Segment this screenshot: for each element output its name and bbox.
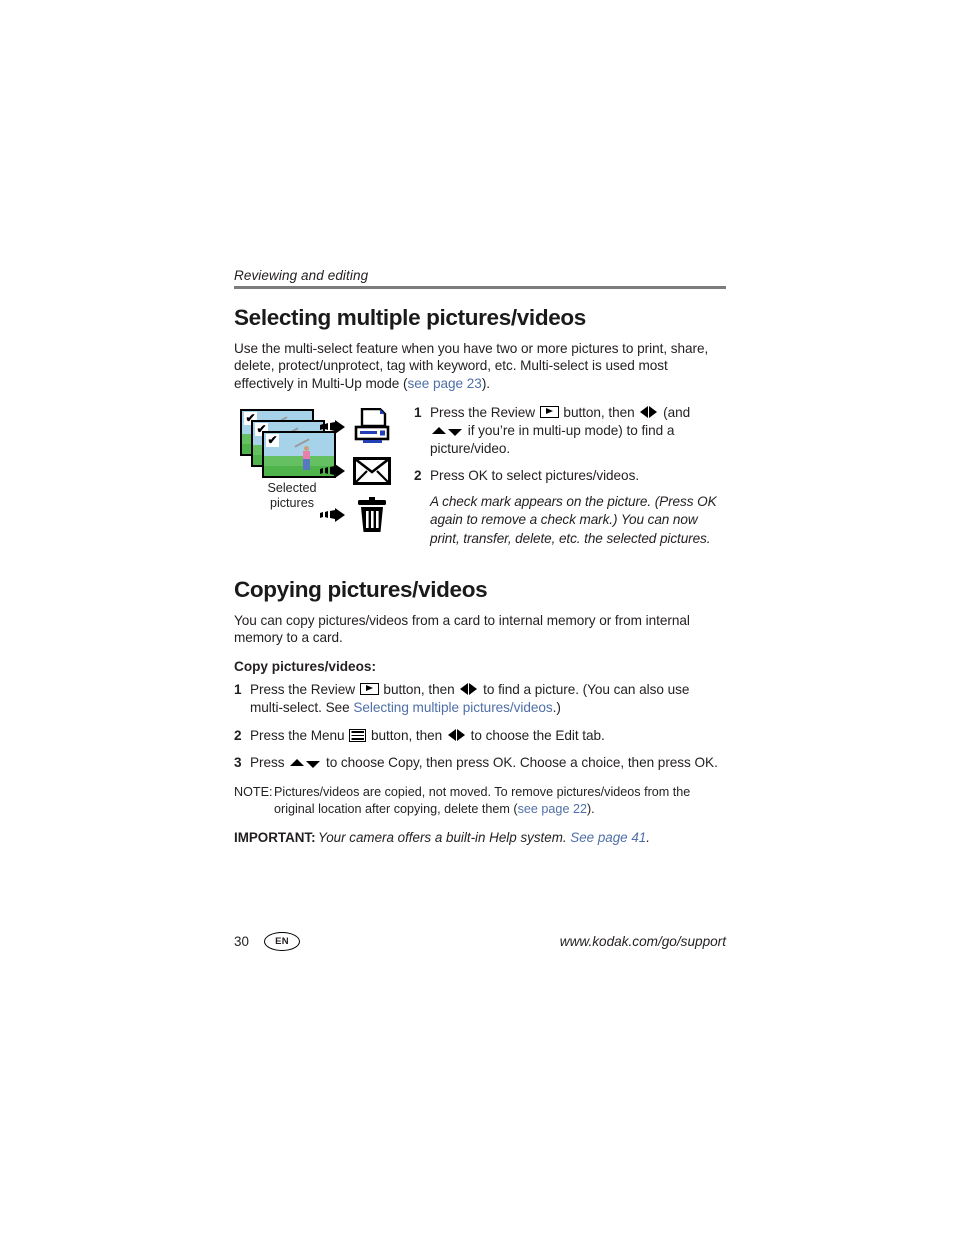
selected-pictures-figure: ✔ ✔ ✔ Selected pictures: [234, 403, 406, 532]
up-down-arrows-icon: [290, 755, 321, 770]
important-text-a: Your camera offers a built-in Help syste…: [318, 830, 571, 846]
see-page-23-link[interactable]: see page 23: [408, 376, 482, 391]
envelope-icon: [350, 456, 394, 485]
step-text-b: button, then: [367, 727, 446, 743]
step-text-b: button, then: [559, 404, 639, 420]
step-item: 1 Press the Review button, then (and if …: [414, 404, 726, 459]
checkmark-icon: ✔: [266, 432, 279, 447]
important-text-b: .: [646, 830, 650, 846]
step-text: Press to choose Copy, then press OK. Cho…: [250, 754, 726, 772]
step-item: 3 Press to choose Copy, then press OK. C…: [234, 754, 726, 772]
step-text-b: button, then: [379, 681, 459, 697]
multiselect-intro: Use the multi-select feature when you ha…: [234, 340, 726, 393]
golfer-figure-icon: [294, 437, 313, 470]
step-number: 2: [234, 727, 242, 743]
step-text-a: Press the Review: [250, 681, 359, 697]
step-text-a: Press: [250, 754, 289, 770]
arrow-right-icon: [320, 507, 350, 522]
important-text: Your camera offers a built-in Help syste…: [318, 829, 726, 846]
step-text-c: to choose the Edit tab.: [466, 727, 605, 743]
arrow-right-icon: [320, 419, 350, 434]
page-number: 30: [234, 934, 249, 949]
note-text-b: ).: [586, 801, 595, 816]
step-text-d: if you’re in multi-up mode) to find a pi…: [430, 422, 675, 457]
step-text: Press OK to select pictures/videos.: [430, 467, 640, 483]
step-number: 2: [414, 467, 422, 483]
support-url: www.kodak.com/go/support: [559, 934, 726, 949]
menu-button-icon: [349, 728, 367, 742]
section-title-copying: Copying pictures/videos: [234, 576, 488, 602]
destination-icons: [320, 405, 406, 537]
up-down-arrows-icon: [432, 423, 462, 438]
step-text: Press the Menu button, then to choose th…: [250, 727, 726, 745]
destination-row-print: [320, 405, 406, 449]
arrow-right-icon: [320, 463, 350, 478]
review-button-icon: [539, 405, 559, 418]
step-item: 1 Press the Review button, then to find …: [234, 681, 726, 718]
header-rule: [234, 286, 726, 289]
golfer-legs: [303, 458, 311, 470]
step-number: 3: [234, 754, 242, 770]
note-text: Pictures/videos are copied, not moved. T…: [274, 784, 726, 817]
left-right-arrows-icon: [447, 728, 465, 743]
see-page-22-link[interactable]: see page 22: [518, 802, 587, 816]
copying-intro: You can copy pictures/videos from a card…: [234, 612, 690, 646]
manual-page: Reviewing and editing Selecting multiple…: [234, 268, 726, 846]
destination-row-email: [320, 449, 406, 493]
see-page-41-link[interactable]: See page 41: [570, 830, 646, 845]
multiselect-steps: 1 Press the Review button, then (and if …: [406, 403, 726, 548]
important-block: IMPORTANT: Your camera offers a built-in…: [234, 829, 726, 846]
step-text-a: Press the Review: [430, 404, 539, 420]
printer-icon: [350, 407, 394, 446]
left-right-arrows-icon: [640, 405, 658, 420]
step-text-d: .): [552, 700, 561, 716]
multiselect-figure-row: ✔ ✔ ✔ Selected pictures 1 Press the Revi…: [234, 403, 726, 548]
step-text-a: Press the Menu: [250, 727, 349, 743]
copy-subhead: Copy pictures/videos:: [234, 658, 377, 674]
section-title-multiselect: Selecting multiple pictures/videos: [234, 305, 586, 330]
destination-row-delete: [320, 493, 406, 537]
step-item: 2 Press OK to select pictures/videos.: [414, 467, 726, 485]
step-text: Press the Review button, then (and if yo…: [430, 404, 726, 459]
important-label: IMPORTANT:: [234, 830, 316, 846]
step-explanatory-note: A check mark appears on the picture. (Pr…: [430, 494, 717, 546]
note-label: NOTE:: [234, 785, 273, 800]
language-badge: EN: [264, 932, 300, 951]
copying-steps: 1 Press the Review button, then to find …: [234, 681, 726, 773]
step-text-c: (and: [659, 404, 691, 420]
step-item: 2 Press the Menu button, then to choose …: [234, 727, 726, 745]
review-button-icon: [359, 682, 379, 695]
note-block: NOTE: Pictures/videos are copied, not mo…: [234, 784, 726, 817]
step-text: Press the Review button, then to find a …: [250, 681, 726, 718]
running-head: Reviewing and editing: [234, 268, 369, 283]
step-number: 1: [234, 681, 242, 697]
left-right-arrows-icon: [460, 682, 478, 697]
trash-icon: [350, 496, 394, 533]
note-text-a: Pictures/videos are copied, not moved. T…: [274, 785, 691, 816]
step-text-b: to choose Copy, then press OK. Choose a …: [322, 754, 718, 770]
multiselect-intro-text-b: ).: [481, 375, 491, 391]
page-footer: 30 EN www.kodak.com/go/support: [234, 932, 726, 951]
step-number: 1: [414, 404, 422, 420]
selecting-multiple-pictures-link[interactable]: Selecting multiple pictures/videos: [353, 700, 552, 715]
